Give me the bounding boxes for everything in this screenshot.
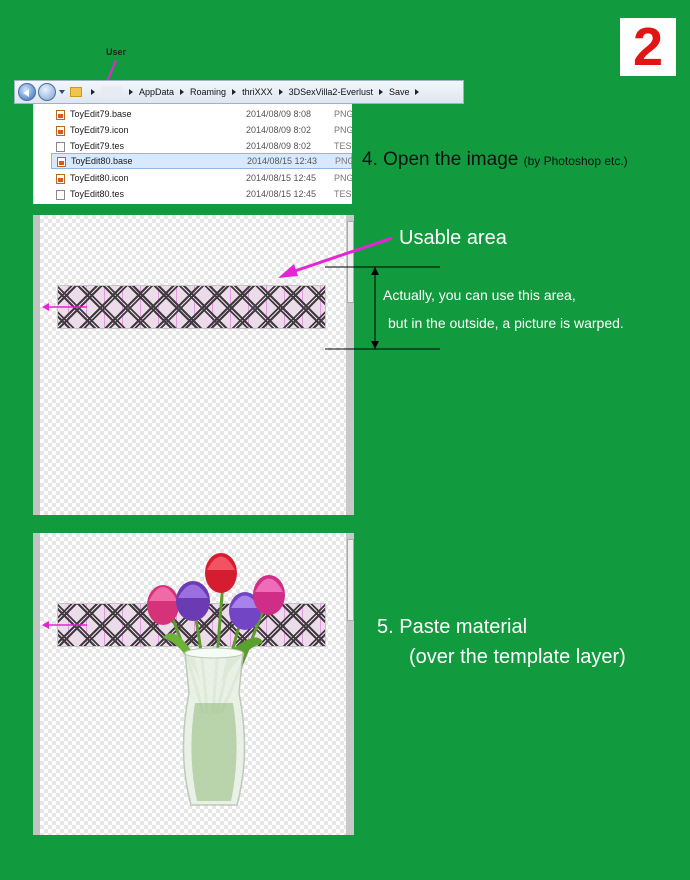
template-left-arrow-icon <box>42 303 87 311</box>
image-file-icon <box>56 174 65 184</box>
step4-title: 4. Open the image <box>362 149 519 170</box>
breadcrumb-item-roaming[interactable]: Roaming <box>190 87 226 97</box>
image-file-icon <box>56 110 65 120</box>
image-file-icon <box>57 157 66 167</box>
step4-heading: 4. Open the image (by Photoshop etc.) <box>362 149 628 171</box>
step4-note: (by Photoshop etc.) <box>523 154 628 168</box>
canvas-scrollbar[interactable] <box>346 533 354 835</box>
breadcrumb-item-game-folder[interactable]: 3DSexVilla2-Everlust <box>289 87 373 97</box>
file-date: 2014/08/09 8:02 <box>246 125 312 135</box>
file-name: ToyEdit79.base <box>70 109 132 119</box>
file-name: ToyEdit80.icon <box>70 173 129 183</box>
file-name: ToyEdit80.base <box>71 156 133 166</box>
usable-area-height-bracket <box>325 266 440 350</box>
pasted-material-canvas <box>33 533 354 835</box>
step-number-badge: 2 <box>620 18 676 76</box>
file-list: ToyEdit79.base 2014/08/09 8:08 PNG ToyEd… <box>33 104 352 204</box>
back-button[interactable] <box>18 83 36 101</box>
file-type: PNG <box>335 156 352 166</box>
breadcrumb-item-thrixxx[interactable]: thriXXX <box>242 87 273 97</box>
usable-area-title: Usable area <box>399 227 507 249</box>
file-row[interactable]: ToyEdit80.icon 2014/08/15 12:45 PNG <box>34 171 352 187</box>
document-file-icon <box>56 142 65 152</box>
document-file-icon <box>56 190 65 200</box>
file-type: TES <box>334 189 352 199</box>
user-folder-label: User <box>106 47 127 57</box>
image-file-icon <box>56 126 65 136</box>
user-crumb-redacted[interactable] <box>101 86 123 98</box>
file-row[interactable]: ToyEdit79.base 2014/08/09 8:08 PNG <box>34 107 352 123</box>
file-type: PNG <box>334 173 352 183</box>
file-type: TES <box>334 141 352 151</box>
file-date: 2014/08/15 12:45 <box>246 173 317 183</box>
tulip-vase-image <box>147 553 285 806</box>
file-type: PNG <box>334 125 352 135</box>
usable-area-note-line2: but in the outside, a picture is warped. <box>388 315 624 331</box>
file-row-selected[interactable]: ToyEdit80.base 2014/08/15 12:43 PNG <box>51 153 352 169</box>
explorer-address-bar: AppData Roaming thriXXX 3DSexVilla2-Ever… <box>14 80 464 104</box>
breadcrumb: AppData Roaming thriXXX 3DSexVilla2-Ever… <box>85 81 425 103</box>
recent-pages-dropdown-icon[interactable] <box>59 90 65 94</box>
file-row[interactable]: ToyEdit79.icon 2014/08/09 8:02 PNG <box>34 123 352 139</box>
file-name: ToyEdit79.icon <box>70 125 129 135</box>
breadcrumb-item-save[interactable]: Save <box>389 87 410 97</box>
folder-icon <box>70 87 82 97</box>
breadcrumb-item-appdata[interactable]: AppData <box>139 87 174 97</box>
forward-button[interactable] <box>38 83 56 101</box>
template-left-arrow-icon <box>42 621 87 629</box>
file-date: 2014/08/09 8:02 <box>246 141 312 151</box>
step5-subtitle: (over the template layer) <box>409 646 626 668</box>
usable-area-note-line1: Actually, you can use this area, <box>383 287 576 303</box>
file-row[interactable]: ToyEdit80.tes 2014/08/15 12:45 TES <box>34 187 352 203</box>
file-type: PNG <box>334 109 352 119</box>
template-usable-band <box>57 285 326 329</box>
file-date: 2014/08/09 8:08 <box>246 109 312 119</box>
file-name: ToyEdit80.tes <box>70 189 125 199</box>
step5-title: 5. Paste material <box>377 616 528 638</box>
file-date: 2014/08/15 12:45 <box>246 189 317 199</box>
file-name: ToyEdit79.tes <box>70 141 125 151</box>
file-date: 2014/08/15 12:43 <box>247 156 318 166</box>
